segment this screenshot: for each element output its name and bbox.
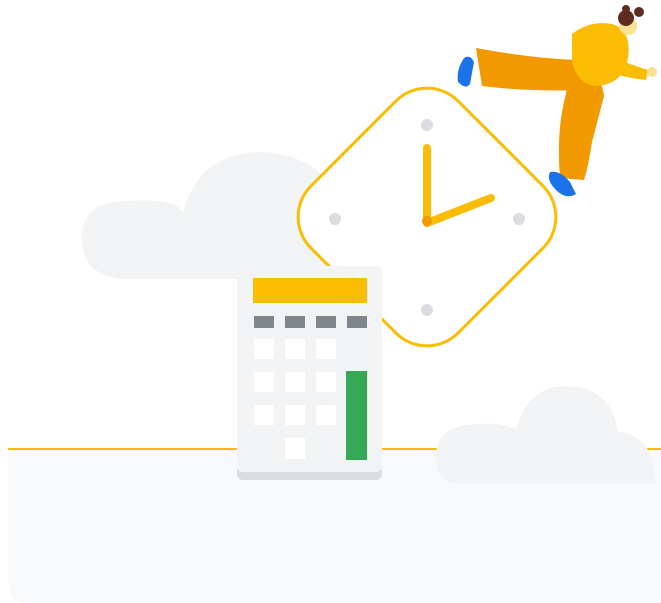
clock-center	[422, 216, 432, 226]
scheduling-illustration	[8, 5, 661, 603]
calculator-icon	[237, 266, 382, 480]
illustration-canvas	[0, 0, 661, 603]
clock-mark-3	[513, 213, 525, 225]
calculator-display	[253, 278, 367, 303]
cloud-right	[436, 386, 655, 484]
person-hair-bun	[634, 7, 644, 17]
calculator-equals-key	[346, 371, 367, 460]
clock-mark-12	[421, 119, 433, 131]
clock-mark-9	[329, 213, 341, 225]
person-shoe-back	[457, 56, 474, 87]
person-hair-bun	[622, 5, 630, 13]
clock-mark-6	[421, 304, 433, 316]
person-hand	[647, 67, 657, 77]
